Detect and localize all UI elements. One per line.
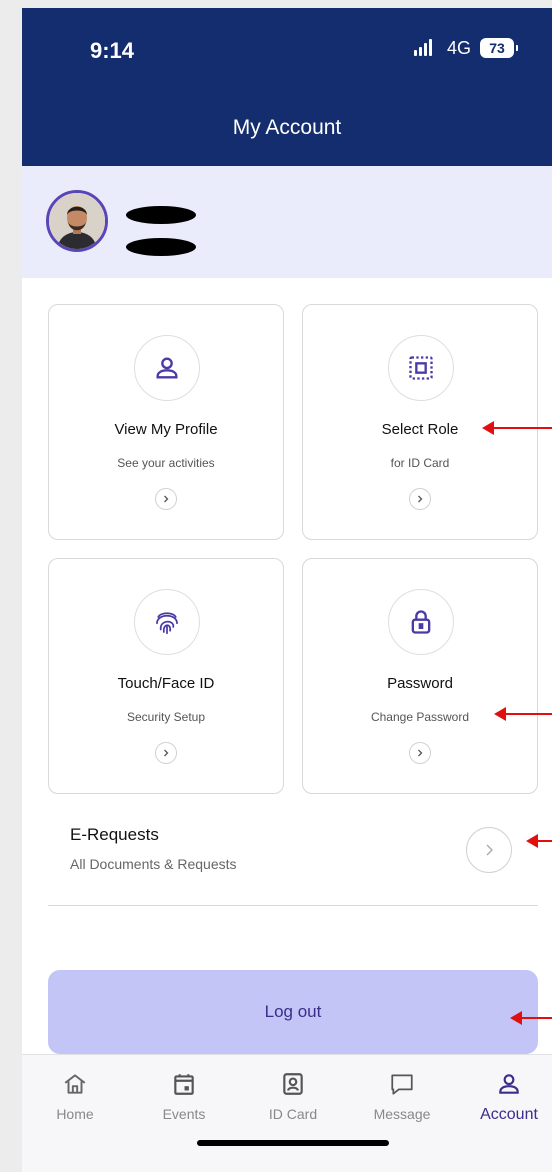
card-title: Select Role xyxy=(381,421,459,438)
lock-icon xyxy=(388,589,454,655)
touch-face-id-card[interactable]: Touch/Face ID Security Setup xyxy=(48,558,284,794)
card-title: View My Profile xyxy=(114,421,218,438)
chevron-right-icon[interactable] xyxy=(409,742,431,764)
card-title: Password xyxy=(387,675,453,692)
tab-account-label: Account xyxy=(480,1106,538,1123)
battery-level: 73 xyxy=(489,40,505,56)
id-frame-icon xyxy=(388,335,454,401)
home-indicator xyxy=(197,1140,389,1146)
chevron-right-icon[interactable] xyxy=(409,488,431,510)
password-card[interactable]: Password Change Password xyxy=(302,558,538,794)
network-label: 4G xyxy=(447,38,472,58)
card-title: Touch/Face ID xyxy=(117,675,215,692)
phone-screen: 9:14 4G 73 My Account View My Profile Se… xyxy=(22,8,552,1172)
tab-bar: Home Events ID Card Message Account xyxy=(22,1054,552,1172)
annotation-arrow xyxy=(482,421,552,435)
card-subtitle: Security Setup xyxy=(126,710,206,724)
view-profile-card[interactable]: View My Profile See your activities xyxy=(48,304,284,540)
tab-events-label: Events xyxy=(162,1106,206,1122)
page-title: My Account xyxy=(232,116,342,139)
logout-button[interactable]: Log out xyxy=(48,970,538,1054)
redacted-id xyxy=(126,238,196,256)
id-card-icon xyxy=(283,1073,303,1095)
avatar[interactable] xyxy=(46,190,108,252)
tab-message-label: Message xyxy=(373,1106,431,1122)
tab-home[interactable]: Home xyxy=(30,1071,120,1122)
logout-label: Log out xyxy=(264,1002,322,1021)
home-icon xyxy=(64,1074,86,1094)
annotation-arrow xyxy=(510,1011,552,1025)
header: 9:14 4G 73 My Account xyxy=(22,8,552,166)
person-icon xyxy=(134,335,200,401)
message-icon xyxy=(391,1074,413,1095)
tab-message[interactable]: Message xyxy=(357,1071,447,1122)
divider xyxy=(48,905,538,906)
chevron-right-icon[interactable] xyxy=(155,488,177,510)
calendar-icon xyxy=(174,1074,194,1095)
status-time: 9:14 xyxy=(90,38,135,63)
tab-id-card[interactable]: ID Card xyxy=(248,1071,338,1122)
chevron-right-icon[interactable] xyxy=(155,742,177,764)
e-requests-title[interactable]: E-Requests xyxy=(70,825,159,845)
tab-events[interactable]: Events xyxy=(139,1071,229,1122)
redacted-name xyxy=(126,206,196,224)
e-requests-chevron-icon[interactable] xyxy=(466,827,512,873)
tab-account[interactable]: Account xyxy=(464,1071,552,1124)
tab-home-label: Home xyxy=(56,1106,94,1122)
signal-icon xyxy=(414,38,432,56)
account-icon xyxy=(499,1074,519,1094)
annotation-arrow xyxy=(494,707,552,721)
battery-icon: 73 xyxy=(480,38,518,58)
card-subtitle: for ID Card xyxy=(390,456,450,470)
select-role-card[interactable]: Select Role for ID Card xyxy=(302,304,538,540)
tab-id-card-label: ID Card xyxy=(268,1106,318,1122)
card-subtitle: See your activities xyxy=(117,456,215,470)
fingerprint-icon xyxy=(134,589,200,655)
annotation-arrow xyxy=(526,834,552,848)
profile-strip xyxy=(22,166,552,278)
e-requests-subtitle: All Documents & Requests xyxy=(70,856,237,872)
